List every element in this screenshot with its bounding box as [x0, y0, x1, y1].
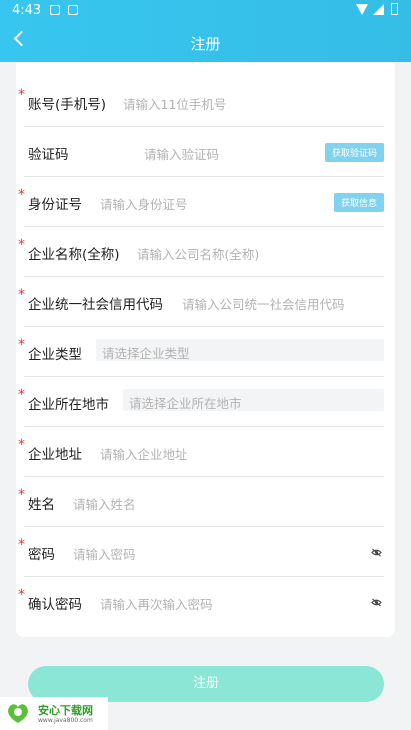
company-name-input[interactable]: 请输入公司名称(全称) [137, 244, 259, 263]
confirm-password-input[interactable]: 请输入再次输入密码 [100, 594, 213, 613]
required-mark: * [18, 437, 25, 453]
company-city-select[interactable]: 请选择企业所在地市 [123, 389, 384, 411]
id-number-input[interactable]: 请输入身份证号 [100, 194, 188, 213]
field-label: 企业类型 [28, 347, 82, 363]
app-header: 4:43 注册 [0, 0, 411, 62]
eye-off-icon[interactable] [371, 598, 382, 607]
form-row-company-type: * 企业类型 请选择企业类型 [16, 327, 395, 377]
notification-icon [68, 5, 78, 15]
field-label: 身份证号 [28, 197, 82, 213]
field-label: 企业所在地市 [28, 397, 109, 413]
field-label: 企业名称(全称) [28, 247, 120, 263]
company-address-input[interactable]: 请输入企业地址 [100, 444, 188, 463]
required-mark: * [18, 487, 25, 503]
form-row-company-name: * 企业名称(全称) 请输入公司名称(全称) [16, 227, 395, 277]
field-label: 密码 [28, 547, 55, 563]
form-row-id-number: * 身份证号 请输入身份证号 获取信息 [16, 177, 395, 227]
eye-off-icon[interactable] [371, 548, 382, 557]
form-row-confirm-password: * 确认密码 请输入再次输入密码 [16, 577, 395, 627]
required-mark: * [18, 237, 25, 253]
watermark-url: www.java800.com [38, 717, 93, 724]
required-mark: * [18, 337, 25, 353]
required-mark: * [18, 537, 25, 553]
page-title: 注册 [190, 35, 221, 53]
form-row-credit-code: * 企业统一社会信用代码 请输入公司统一社会信用代码 [16, 277, 395, 327]
status-time: 4:43 [12, 3, 42, 18]
battery-icon [391, 3, 398, 15]
name-input[interactable]: 请输入姓名 [73, 494, 136, 513]
field-label: 姓名 [28, 497, 55, 513]
wifi-icon [356, 4, 368, 15]
form-row-account: * 账号(手机号) 请输入11位手机号 [16, 77, 395, 127]
field-label: 账号(手机号) [28, 97, 107, 113]
field-label: 企业统一社会信用代码 [28, 297, 163, 313]
required-mark: * [18, 587, 25, 603]
form-row-company-address: * 企业地址 请输入企业地址 [16, 427, 395, 477]
form-row-password: * 密码 请输入密码 [16, 527, 395, 577]
required-mark: * [18, 287, 25, 303]
form-row-name: * 姓名 请输入姓名 [16, 477, 395, 527]
get-info-button[interactable]: 获取信息 [333, 193, 384, 212]
get-verify-code-button[interactable]: 获取验证码 [324, 143, 384, 162]
verify-code-input[interactable]: 请输入验证码 [144, 144, 219, 163]
required-mark: * [18, 87, 25, 103]
field-label: 确认密码 [28, 597, 82, 613]
password-input[interactable]: 请输入密码 [73, 544, 136, 563]
field-label: 验证码 [28, 147, 69, 163]
signal-icon [373, 4, 384, 15]
form-row-verify-code: 验证码 请输入验证码 获取验证码 [16, 127, 395, 177]
register-form: * 账号(手机号) 请输入11位手机号 验证码 请输入验证码 获取验证码 * 身… [16, 62, 395, 637]
form-row-company-city: * 企业所在地市 请选择企业所在地市 [16, 377, 395, 427]
watermark-logo [8, 704, 28, 723]
required-mark: * [18, 387, 25, 403]
account-input[interactable]: 请输入11位手机号 [123, 94, 226, 113]
watermark: 安心下载网 www.java800.com [0, 697, 108, 730]
status-bar: 4:43 [0, 0, 411, 22]
field-label: 企业地址 [28, 447, 82, 463]
required-mark: * [18, 187, 25, 203]
notification-icon [50, 5, 60, 15]
watermark-name: 安心下载网 [38, 704, 93, 717]
company-type-select[interactable]: 请选择企业类型 [96, 339, 384, 361]
credit-code-input[interactable]: 请输入公司统一社会信用代码 [182, 294, 345, 313]
